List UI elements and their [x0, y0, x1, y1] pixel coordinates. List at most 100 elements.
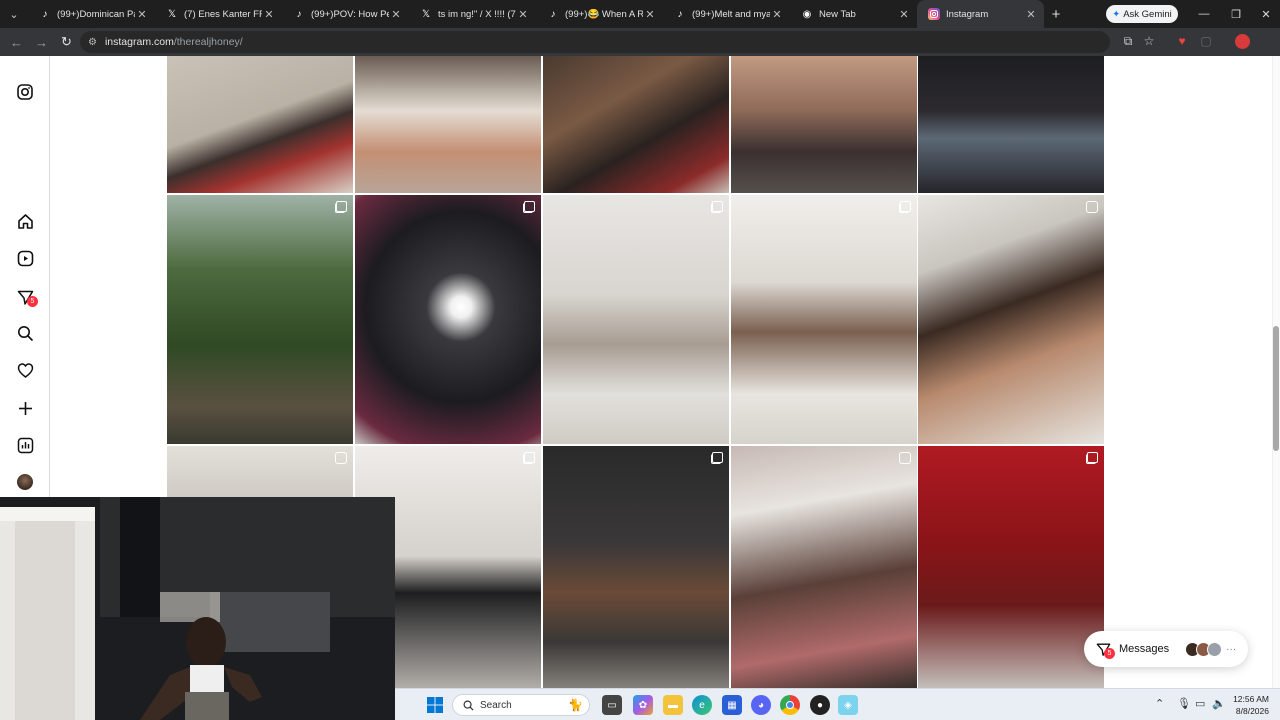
edge-icon[interactable]: e — [692, 695, 712, 715]
url-path: /therealjhoney/ — [173, 36, 243, 48]
network-icon[interactable]: ▭ — [1195, 697, 1205, 710]
tiktok-icon: ♪ — [296, 8, 302, 20]
reload-icon[interactable]: ↻ — [54, 34, 79, 50]
tab-6[interactable]: ♪ (99+)Melt and mya m ✕ — [663, 0, 790, 28]
tab-7[interactable]: ◉ New Tab ✕ — [790, 0, 917, 28]
instagram-logo-icon[interactable] — [15, 82, 35, 102]
site-info-icon[interactable]: ⚙ — [88, 37, 97, 48]
x-icon: 𝕏 — [167, 8, 177, 20]
more-icon: ··· — [1226, 643, 1237, 655]
tab-strip: ⌄ ♪ (99+)Dominican Parad ✕ 𝕏 (7) Enes Ka… — [0, 0, 1280, 28]
messages-label: Messages — [1119, 643, 1170, 655]
forward-icon[interactable]: → — [29, 35, 54, 50]
ask-gemini-button[interactable]: ✦ Ask Gemini — [1106, 5, 1178, 23]
tab-title: (99+)POV: How People — [311, 8, 389, 20]
copilot-icon[interactable]: ✿ — [633, 695, 653, 715]
new-tab-button[interactable]: + — [1044, 6, 1068, 23]
message-avatars — [1185, 641, 1223, 657]
post-thumbnail[interactable] — [543, 56, 729, 193]
post-thumbnail[interactable] — [918, 56, 1104, 193]
create-plus-icon[interactable] — [15, 398, 35, 418]
close-icon[interactable]: ✕ — [770, 8, 784, 21]
obs-icon[interactable]: ● — [810, 695, 830, 715]
post-thumbnail[interactable] — [543, 195, 729, 444]
profile-avatar[interactable] — [15, 472, 35, 492]
post-thumbnail[interactable] — [543, 446, 729, 691]
carousel-icon — [711, 452, 723, 464]
home-icon[interactable] — [15, 211, 35, 231]
tiktok-icon: ♪ — [42, 8, 48, 20]
tray-chevron-icon[interactable]: ⌃ — [1155, 697, 1164, 710]
tab-title: (7) Enes Kanter FREED — [184, 8, 262, 20]
post-thumbnail[interactable] — [731, 446, 917, 691]
carousel-icon — [899, 201, 911, 213]
close-icon[interactable]: ✕ — [643, 8, 657, 21]
windows-start-icon[interactable] — [425, 695, 445, 715]
ask-gemini-label: Ask Gemini — [1123, 8, 1172, 20]
microphone-icon[interactable]: 🎙 — [1177, 697, 1191, 710]
scrollbar-thumb[interactable] — [1273, 326, 1279, 451]
browser-toolbar: ← → ↻ ⚙ instagram.com/therealjhoney/ — [0, 28, 1280, 56]
bookmark-star-icon[interactable]: ☆ — [1141, 33, 1157, 49]
reels-icon[interactable] — [15, 248, 35, 268]
install-app-icon[interactable]: ⧉ — [1120, 33, 1136, 49]
notifications-heart-icon[interactable] — [15, 360, 35, 380]
gemini-sparkle-icon: ✦ — [1112, 8, 1121, 20]
task-view-icon[interactable]: ▭ — [602, 695, 622, 715]
taskbar-search[interactable]: Search 🐈 — [452, 694, 590, 716]
tab-4[interactable]: 𝕏 ts im ng!" / X !!!! (7) ✕ — [409, 0, 536, 28]
extensions-puzzle-icon[interactable]: ▢ — [1198, 33, 1214, 49]
store-icon[interactable]: ▦ — [722, 695, 742, 715]
chrome-icon: ◉ — [802, 8, 812, 20]
reel-icon — [899, 452, 911, 464]
webcam-feed-image — [0, 497, 395, 720]
chrome-icon[interactable] — [780, 695, 800, 715]
notification-badge: 5 — [27, 296, 38, 307]
minimize-icon[interactable]: — — [1188, 0, 1220, 28]
close-icon[interactable]: ✕ — [516, 8, 530, 21]
post-thumbnail[interactable] — [731, 56, 917, 193]
post-thumbnail[interactable] — [355, 56, 541, 193]
tab-1[interactable]: ♪ (99+)Dominican Parad ✕ — [28, 0, 155, 28]
post-thumbnail[interactable] — [167, 56, 353, 193]
tab-5[interactable]: ♪ (99+)😂 When A Rap ✕ — [536, 0, 663, 28]
back-icon[interactable]: ← — [4, 35, 29, 50]
close-icon[interactable]: ✕ — [897, 8, 911, 21]
extension-icon[interactable]: ♥ — [1174, 33, 1190, 49]
close-icon[interactable]: ✕ — [1024, 8, 1038, 21]
profile-avatar[interactable] — [1234, 33, 1250, 49]
post-thumbnail[interactable] — [167, 195, 353, 444]
discord-icon[interactable]: ◕ — [751, 695, 771, 715]
search-icon[interactable] — [15, 323, 35, 343]
post-thumbnail[interactable] — [918, 195, 1104, 444]
file-explorer-icon[interactable]: ▬ — [663, 695, 683, 715]
post-thumbnail[interactable] — [355, 195, 541, 444]
window-close-icon[interactable]: ✕ — [1250, 0, 1280, 28]
webcam-overlay — [0, 497, 395, 720]
messages-button[interactable]: 5 Messages ··· — [1084, 631, 1248, 667]
tab-2[interactable]: 𝕏 (7) Enes Kanter FREED ✕ — [155, 0, 282, 28]
reel-icon — [1086, 201, 1098, 213]
carousel-icon — [335, 201, 347, 213]
tab-8-active[interactable]: Instagram ✕ — [917, 0, 1044, 28]
windows-taskbar: Search 🐈 ▭ ✿ ▬ e ▦ ◕ ● ◈ ⌃ 🎙 ▭ 🔈 12:56 A… — [395, 688, 1280, 720]
x-icon: 𝕏 — [421, 8, 431, 20]
messages-icon[interactable]: 5 — [15, 287, 38, 307]
dashboard-icon[interactable] — [15, 435, 35, 455]
tab-3[interactable]: ♪ (99+)POV: How People ✕ — [282, 0, 409, 28]
app-icon[interactable]: ◈ — [838, 695, 858, 715]
post-thumbnail[interactable] — [918, 446, 1104, 691]
close-icon[interactable]: ✕ — [389, 8, 403, 21]
tab-search-chevron-icon[interactable]: ⌄ — [0, 0, 28, 28]
address-bar[interactable]: ⚙ instagram.com/therealjhoney/ — [80, 31, 1110, 53]
close-icon[interactable]: ✕ — [262, 8, 276, 21]
volume-icon[interactable]: 🔈 — [1212, 697, 1226, 710]
messages-badge: 5 — [1104, 648, 1115, 659]
carousel-icon — [523, 201, 535, 213]
page-scrollbar[interactable] — [1272, 56, 1280, 720]
tab-title: (99+)Melt and mya m — [692, 8, 770, 20]
post-thumbnail[interactable] — [731, 195, 917, 444]
close-icon[interactable]: ✕ — [135, 8, 149, 21]
restore-icon[interactable]: ❐ — [1220, 0, 1252, 28]
taskbar-clock[interactable]: 12:56 AM 8/8/2026 — [1229, 693, 1269, 717]
